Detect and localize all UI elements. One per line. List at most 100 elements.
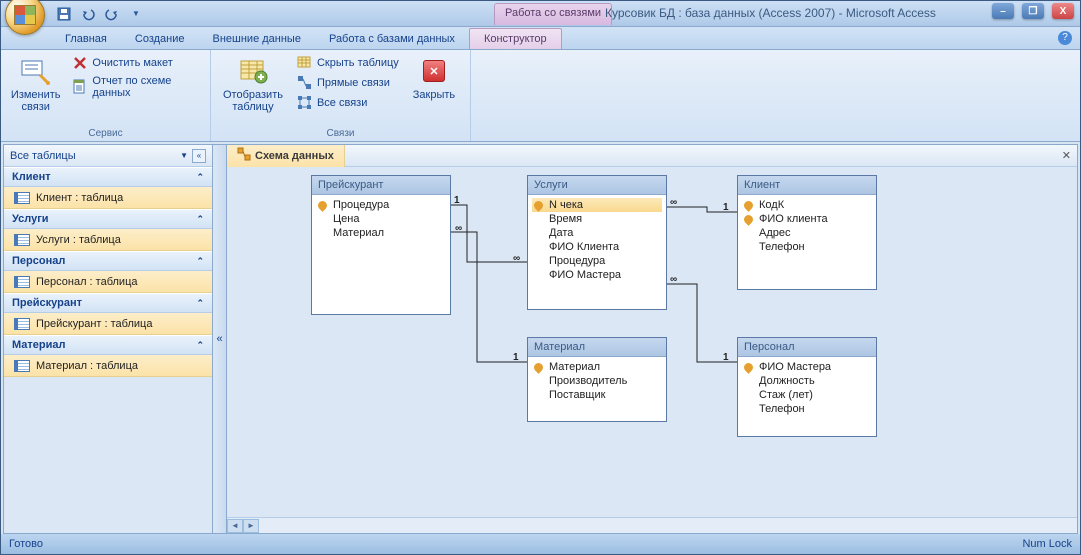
- all-rel-icon: [297, 95, 313, 111]
- undo-icon[interactable]: [79, 5, 97, 23]
- collapse-icon: ⌃: [196, 214, 204, 225]
- table-header: Клиент: [738, 176, 876, 195]
- direct-relationships-button[interactable]: Прямые связи: [293, 74, 403, 92]
- nav-item[interactable]: Материал : таблица: [4, 355, 212, 377]
- relationship-report-button[interactable]: Отчет по схеме данных: [68, 74, 204, 100]
- table-icon: [14, 318, 30, 330]
- table-field[interactable]: Цена: [316, 212, 446, 226]
- table-material[interactable]: МатериалМатериалПроизводительПоставщик: [527, 337, 667, 422]
- clear-layout-button[interactable]: Очистить макет: [68, 54, 204, 72]
- report-icon: [72, 79, 88, 95]
- table-preyskurant[interactable]: Прейскурант ПроцедураЦенаМатериал: [311, 175, 451, 315]
- horizontal-scrollbar[interactable]: ◄ ►: [227, 517, 1077, 533]
- doc-tab-schema[interactable]: Схема данных: [227, 145, 345, 167]
- doc-close-icon[interactable]: ✕: [1056, 149, 1077, 162]
- table-personal[interactable]: ПерсоналФИО МастераДолжностьСтаж (лет)Те…: [737, 337, 877, 437]
- help-icon[interactable]: ?: [1058, 31, 1072, 45]
- table-header: Прейскурант: [312, 176, 450, 195]
- status-bar: Готово Num Lock: [1, 534, 1080, 554]
- table-field[interactable]: Дата: [532, 226, 662, 240]
- save-icon[interactable]: [55, 5, 73, 23]
- show-table-button[interactable]: Отобразить таблицу: [217, 53, 289, 115]
- collapse-icon: ⌃: [196, 256, 204, 267]
- document-area: Схема данных ✕ 1 ∞ ∞ 1 ∞ 1 ∞ 1 Прейскура…: [227, 144, 1078, 534]
- navigation-pane: Все таблицы ▼« Клиент⌃Клиент : таблицаУс…: [3, 144, 213, 534]
- close-icon: ✕: [423, 60, 445, 82]
- ribbon: Изменить связи Очистить макет Отчет по с…: [1, 50, 1080, 142]
- hide-table-icon: [297, 55, 313, 71]
- nav-group-header[interactable]: Персонал⌃: [4, 251, 212, 271]
- table-field[interactable]: Телефон: [742, 240, 872, 254]
- nav-item[interactable]: Персонал : таблица: [4, 271, 212, 293]
- contextual-tab-group: Работа со связями: [494, 3, 612, 25]
- table-field[interactable]: ФИО Мастера: [742, 360, 872, 374]
- tab-home[interactable]: Главная: [51, 29, 121, 49]
- quick-access-toolbar: ▼: [55, 5, 145, 23]
- collapse-icon: ⌃: [196, 298, 204, 309]
- schema-icon: [237, 147, 251, 164]
- content-area: Все таблицы ▼« Клиент⌃Клиент : таблицаУс…: [3, 144, 1078, 534]
- table-icon: [14, 192, 30, 204]
- tab-external[interactable]: Внешние данные: [199, 29, 315, 49]
- qat-dropdown-icon[interactable]: ▼: [127, 5, 145, 23]
- split-bar[interactable]: «: [213, 144, 227, 534]
- nav-group-header[interactable]: Прейскурант⌃: [4, 293, 212, 313]
- table-field[interactable]: Должность: [742, 374, 872, 388]
- table-field[interactable]: Материал: [316, 226, 446, 240]
- table-field[interactable]: Материал: [532, 360, 662, 374]
- nav-group-header[interactable]: Клиент⌃: [4, 167, 212, 187]
- group-label-relationships: Связи: [217, 126, 464, 141]
- nav-collapse-icon[interactable]: «: [192, 149, 206, 163]
- scroll-left-icon[interactable]: ◄: [227, 519, 243, 533]
- nav-group-header[interactable]: Услуги⌃: [4, 209, 212, 229]
- close-button[interactable]: X: [1052, 3, 1074, 19]
- edit-relationships-icon: [20, 55, 52, 87]
- redo-icon[interactable]: [103, 5, 121, 23]
- collapse-icon: ⌃: [196, 340, 204, 351]
- scroll-right-icon[interactable]: ►: [243, 519, 259, 533]
- table-field[interactable]: ФИО клиента: [742, 212, 872, 226]
- table-icon: [14, 360, 30, 372]
- hide-table-button[interactable]: Скрыть таблицу: [293, 54, 403, 72]
- table-field[interactable]: Телефон: [742, 402, 872, 416]
- close-relationships-button[interactable]: ✕ Закрыть: [407, 53, 461, 103]
- table-icon: [14, 276, 30, 288]
- status-text: Готово: [9, 538, 43, 550]
- contextual-tab-label: Работа со связями: [494, 3, 612, 25]
- window-title: Курсовик БД : база данных (Access 2007) …: [605, 6, 936, 20]
- table-field[interactable]: N чека: [532, 198, 662, 212]
- table-field[interactable]: Производитель: [532, 374, 662, 388]
- table-field[interactable]: Процедура: [316, 198, 446, 212]
- table-field[interactable]: Поставщик: [532, 388, 662, 402]
- ribbon-tabs: Главная Создание Внешние данные Работа с…: [1, 27, 1080, 50]
- table-field[interactable]: Процедура: [532, 254, 662, 268]
- all-relationships-button[interactable]: Все связи: [293, 94, 403, 112]
- table-header: Услуги: [528, 176, 666, 195]
- table-field[interactable]: КодК: [742, 198, 872, 212]
- relationship-canvas[interactable]: 1 ∞ ∞ 1 ∞ 1 ∞ 1 ПрейскурантПроцедураЦена…: [227, 167, 1077, 517]
- nav-item[interactable]: Услуги : таблица: [4, 229, 212, 251]
- table-header: Материал: [528, 338, 666, 357]
- nav-group-header[interactable]: Материал⌃: [4, 335, 212, 355]
- nav-item[interactable]: Прейскурант : таблица: [4, 313, 212, 335]
- table-field[interactable]: Адрес: [742, 226, 872, 240]
- edit-relationships-button[interactable]: Изменить связи: [7, 53, 64, 115]
- table-field[interactable]: ФИО Мастера: [532, 268, 662, 282]
- document-tabstrip: Схема данных ✕: [227, 145, 1077, 167]
- minimize-button[interactable]: –: [992, 3, 1014, 19]
- collapse-icon: ⌃: [196, 172, 204, 183]
- table-uslugi[interactable]: Услуги N чекаВремяДатаФИО КлиентаПроцедур…: [527, 175, 667, 310]
- table-klient[interactable]: Клиент КодКФИО клиентаАдресТелефон: [737, 175, 877, 290]
- table-field[interactable]: ФИО Клиента: [532, 240, 662, 254]
- show-table-icon: [237, 55, 269, 87]
- table-field[interactable]: Время: [532, 212, 662, 226]
- tab-dbtools[interactable]: Работа с базами данных: [315, 29, 469, 49]
- maximize-button[interactable]: ❐: [1022, 3, 1044, 19]
- nav-item[interactable]: Клиент : таблица: [4, 187, 212, 209]
- tab-design[interactable]: Конструктор: [469, 28, 562, 49]
- status-numlock: Num Lock: [1022, 538, 1072, 550]
- nav-header[interactable]: Все таблицы ▼«: [4, 145, 212, 167]
- tab-create[interactable]: Создание: [121, 29, 199, 49]
- table-field[interactable]: Стаж (лет): [742, 388, 872, 402]
- clear-layout-icon: [72, 55, 88, 71]
